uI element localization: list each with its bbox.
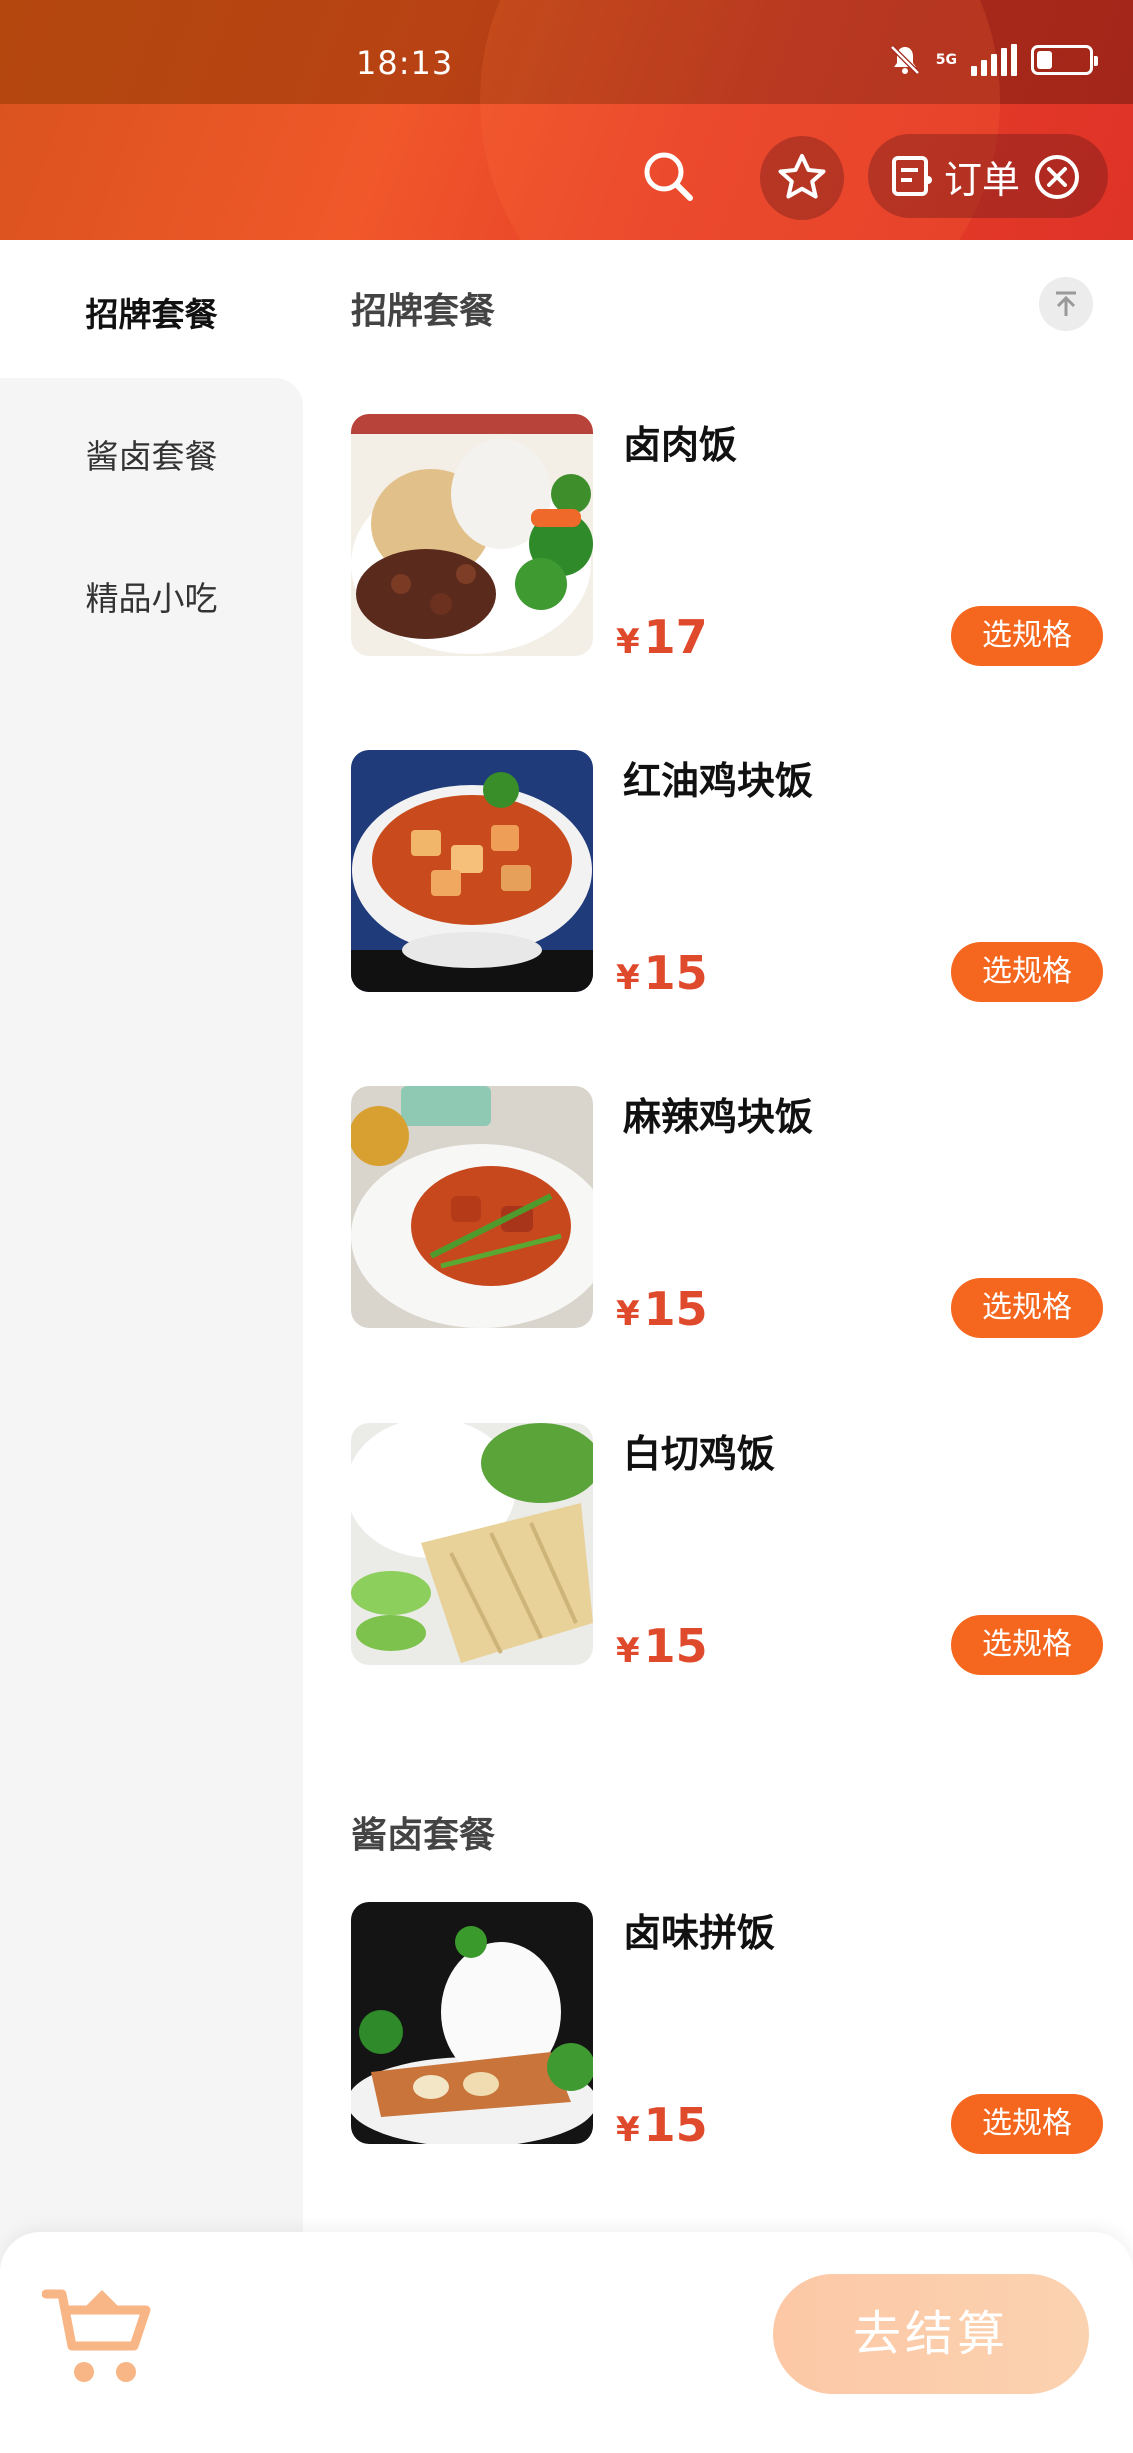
- select-spec-button[interactable]: 选规格: [951, 1278, 1103, 1338]
- price-value: 15: [643, 946, 708, 1000]
- shopping-cart-icon[interactable]: [42, 2284, 154, 2390]
- signal-icon: [971, 44, 1017, 76]
- order-list-icon: [892, 156, 932, 196]
- dish-photo: [351, 1902, 593, 2144]
- dish-item[interactable]: 卤味拼饭 ¥ 15 选规格: [351, 1902, 1103, 2154]
- back-to-top-icon[interactable]: [1039, 277, 1093, 331]
- section-title: 酱卤套餐: [351, 1815, 496, 1856]
- top-header: 18:13 5G 5 订单: [0, 0, 1133, 240]
- dish-name: 白切鸡饭: [623, 1432, 776, 1476]
- select-spec-button[interactable]: 选规格: [951, 1615, 1103, 1675]
- price-value: 15: [643, 1282, 708, 1336]
- dish-name: 卤肉饭: [623, 423, 738, 467]
- dish-item[interactable]: 麻辣鸡块饭 ¥ 15 选规格: [351, 1086, 1103, 1338]
- select-spec-button[interactable]: 选规格: [951, 942, 1103, 1002]
- order-capsule[interactable]: 订单: [868, 134, 1108, 218]
- price-value: 17: [643, 610, 708, 664]
- status-icons: 5G 5: [888, 40, 1098, 80]
- select-spec-button[interactable]: 选规格: [951, 2094, 1103, 2154]
- status-time: 18:13: [356, 44, 454, 82]
- dish-price: ¥ 15: [616, 2098, 708, 2152]
- sidebar-item-braised-sets[interactable]: 酱卤套餐: [0, 430, 303, 478]
- close-icon[interactable]: [1034, 154, 1080, 200]
- currency-symbol: ¥: [616, 958, 640, 998]
- dish-photo: [351, 1086, 593, 1328]
- dish-photo: [351, 414, 593, 656]
- dish-name: 卤味拼饭: [623, 1911, 776, 1955]
- search-icon[interactable]: [640, 148, 696, 204]
- dish-item[interactable]: 卤肉饭 ¥ 17 选规格: [351, 414, 1103, 666]
- currency-symbol: ¥: [616, 1294, 640, 1334]
- sidebar-item-snacks[interactable]: 精品小吃: [0, 572, 303, 620]
- price-value: 15: [643, 1619, 708, 1673]
- sidebar-item-signature-sets[interactable]: 招牌套餐: [0, 288, 303, 336]
- dish-item[interactable]: 白切鸡饭 ¥ 15 选规格: [351, 1423, 1103, 1675]
- network-type-label: 5G: [935, 52, 957, 68]
- sidebar-background: [0, 378, 303, 2278]
- dish-price: ¥ 15: [616, 1619, 708, 1673]
- currency-symbol: ¥: [616, 622, 640, 662]
- checkout-button[interactable]: 去结算: [773, 2274, 1089, 2394]
- dish-photo: [351, 1423, 593, 1665]
- favorite-star-icon[interactable]: [760, 136, 844, 220]
- cart-bar: 去结算: [0, 2232, 1133, 2453]
- dish-name: 红油鸡块饭: [623, 759, 814, 803]
- dish-price: ¥ 15: [616, 946, 708, 1000]
- order-label: 订单: [944, 157, 1021, 202]
- battery-icon: 5: [1031, 45, 1098, 75]
- mute-bell-icon: [889, 45, 920, 75]
- section-title: 招牌套餐: [351, 291, 496, 332]
- select-spec-button[interactable]: 选规格: [951, 606, 1103, 666]
- currency-symbol: ¥: [616, 1631, 640, 1671]
- price-value: 15: [643, 2098, 708, 2152]
- dish-name: 麻辣鸡块饭: [623, 1095, 814, 1139]
- dish-price: ¥ 15: [616, 1282, 708, 1336]
- currency-symbol: ¥: [616, 2110, 640, 2150]
- dish-item[interactable]: 红油鸡块饭 ¥ 15 选规格: [351, 750, 1103, 1002]
- category-sidebar: 招牌套餐 酱卤套餐 精品小吃: [0, 240, 303, 2278]
- dish-price: ¥ 17: [616, 610, 708, 664]
- battery-level: 5: [1056, 50, 1068, 69]
- dish-photo: [351, 750, 593, 992]
